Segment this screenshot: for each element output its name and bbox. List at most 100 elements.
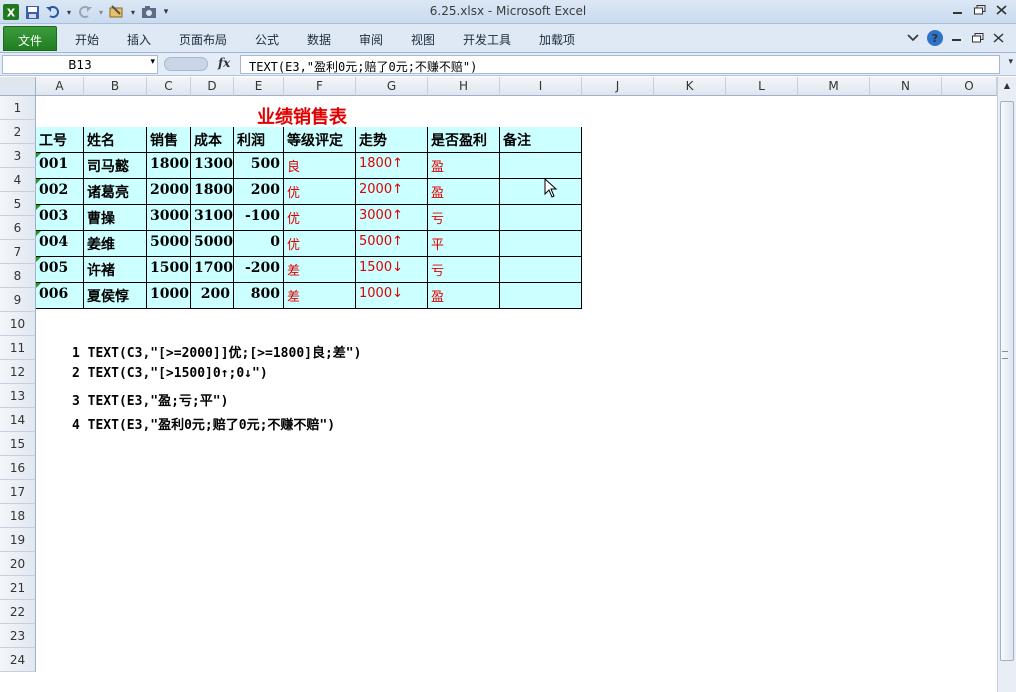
row-header-5[interactable]: 5	[0, 192, 36, 216]
cell-name[interactable]: 诸葛亮	[84, 179, 147, 205]
cell-grade[interactable]: 优	[284, 231, 356, 257]
cell-trend[interactable]: 2000↑	[356, 179, 428, 205]
cell-id[interactable]: 001	[36, 153, 84, 179]
column-header-g[interactable]: G	[356, 77, 428, 96]
tab-file[interactable]: 文件	[3, 26, 57, 51]
cell-profit[interactable]: -100	[234, 205, 284, 231]
row-header-13[interactable]: 13	[0, 384, 36, 408]
cell-note[interactable]	[500, 283, 582, 309]
cell-note[interactable]	[500, 257, 582, 283]
cell-profit[interactable]: 0	[234, 231, 284, 257]
cell-cost[interactable]: 3100	[191, 205, 234, 231]
cell-cost[interactable]: 1300	[191, 153, 234, 179]
cell-trend[interactable]: 1500↓	[356, 257, 428, 283]
column-header-a[interactable]: A	[36, 77, 84, 96]
column-header-l[interactable]: L	[726, 77, 798, 96]
column-header-o[interactable]: O	[942, 77, 997, 96]
row-header-20[interactable]: 20	[0, 552, 36, 576]
tab-formulas[interactable]: 公式	[246, 26, 288, 51]
workbook-minimize-icon[interactable]	[950, 30, 964, 46]
cell-gain[interactable]: 亏	[428, 257, 500, 283]
tab-page-layout[interactable]: 页面布局	[170, 26, 236, 51]
column-header-j[interactable]: J	[582, 77, 654, 96]
column-header-n[interactable]: N	[870, 77, 942, 96]
cell-grade[interactable]: 优	[284, 205, 356, 231]
header-cell-grade[interactable]: 等级评定	[284, 127, 356, 153]
column-header-c[interactable]: C	[147, 77, 191, 96]
cell-sales[interactable]: 3000	[147, 205, 191, 231]
row-header-11[interactable]: 11	[0, 336, 36, 360]
row-header-6[interactable]: 6	[0, 216, 36, 240]
cell-profit[interactable]: 800	[234, 283, 284, 309]
cell-sales[interactable]: 2000	[147, 179, 191, 205]
cell-sales[interactable]: 1800	[147, 153, 191, 179]
cell-profit[interactable]: 500	[234, 153, 284, 179]
row-header-14[interactable]: 14	[0, 408, 36, 432]
tab-developer[interactable]: 开发工具	[454, 26, 520, 51]
header-cell-name[interactable]: 姓名	[84, 127, 147, 153]
select-all-corner[interactable]	[0, 77, 36, 96]
workbook-restore-icon[interactable]	[971, 30, 985, 46]
cell-trend[interactable]: 1000↓	[356, 283, 428, 309]
cell-note[interactable]	[500, 179, 582, 205]
row-header-17[interactable]: 17	[0, 480, 36, 504]
cell-grade[interactable]: 差	[284, 283, 356, 309]
cell-trend[interactable]: 1800↑	[356, 153, 428, 179]
tab-home[interactable]: 开始	[66, 26, 108, 51]
cell-id[interactable]: 003	[36, 205, 84, 231]
tab-data[interactable]: 数据	[298, 26, 340, 51]
cell-cost[interactable]: 5000	[191, 231, 234, 257]
name-box[interactable]: B13 ▾	[2, 55, 158, 74]
cell-name[interactable]: 夏侯惇	[84, 283, 147, 309]
restore-icon[interactable]	[972, 3, 988, 17]
cell-id[interactable]: 006	[36, 283, 84, 309]
cell-grade[interactable]: 良	[284, 153, 356, 179]
column-header-d[interactable]: D	[191, 77, 234, 96]
row-header-24[interactable]: 24	[0, 648, 36, 672]
cell-name[interactable]: 司马懿	[84, 153, 147, 179]
close-icon[interactable]	[994, 3, 1010, 17]
cell-trend[interactable]: 5000↑	[356, 231, 428, 257]
header-cell-cost[interactable]: 成本	[191, 127, 234, 153]
cell-profit[interactable]: 200	[234, 179, 284, 205]
cell-id[interactable]: 002	[36, 179, 84, 205]
row-header-19[interactable]: 19	[0, 528, 36, 552]
cell-sales[interactable]: 5000	[147, 231, 191, 257]
cell-note[interactable]	[500, 153, 582, 179]
ribbon-collapse-icon[interactable]	[906, 30, 920, 46]
cell-name[interactable]: 曹操	[84, 205, 147, 231]
cell-trend[interactable]: 3000↑	[356, 205, 428, 231]
column-header-b[interactable]: B	[84, 77, 147, 96]
formula-bar-splitter[interactable]	[164, 57, 208, 71]
tab-review[interactable]: 审阅	[350, 26, 392, 51]
row-header-4[interactable]: 4	[0, 168, 36, 192]
cell-grade[interactable]: 优	[284, 179, 356, 205]
column-header-k[interactable]: K	[654, 77, 726, 96]
cell-gain[interactable]: 亏	[428, 205, 500, 231]
row-header-15[interactable]: 15	[0, 432, 36, 456]
cell-gain[interactable]: 盈	[428, 283, 500, 309]
cell-name[interactable]: 姜维	[84, 231, 147, 257]
cell-sales[interactable]: 1500	[147, 257, 191, 283]
column-header-h[interactable]: H	[428, 77, 500, 96]
cell-grade[interactable]: 差	[284, 257, 356, 283]
formula-input[interactable]: TEXT(E3,"盈利0元;赔了0元;不赚不赔")	[240, 55, 1000, 74]
column-header-i[interactable]: I	[500, 77, 582, 96]
cell-note[interactable]	[500, 205, 582, 231]
column-header-m[interactable]: M	[798, 77, 870, 96]
row-header-7[interactable]: 7	[0, 240, 36, 264]
formula-note[interactable]: 4 TEXT(E3,"盈利0元;赔了0元;不赚不赔")	[72, 414, 335, 433]
row-header-1[interactable]: 1	[0, 96, 36, 120]
workbook-close-icon[interactable]	[992, 30, 1006, 46]
cell-name[interactable]: 许褚	[84, 257, 147, 283]
vertical-scrollbar[interactable]: ▲	[997, 77, 1016, 692]
row-header-16[interactable]: 16	[0, 456, 36, 480]
cell-sales[interactable]: 1000	[147, 283, 191, 309]
cell-gain[interactable]: 盈	[428, 179, 500, 205]
cell-gain[interactable]: 盈	[428, 153, 500, 179]
column-header-e[interactable]: E	[234, 77, 284, 96]
scrollbar-thumb[interactable]	[1000, 101, 1014, 661]
formula-note[interactable]: 2 TEXT(C3,"[>1500]0↑;0↓")	[72, 366, 268, 381]
minimize-icon[interactable]	[950, 3, 966, 17]
header-cell-id[interactable]: 工号	[36, 127, 84, 153]
